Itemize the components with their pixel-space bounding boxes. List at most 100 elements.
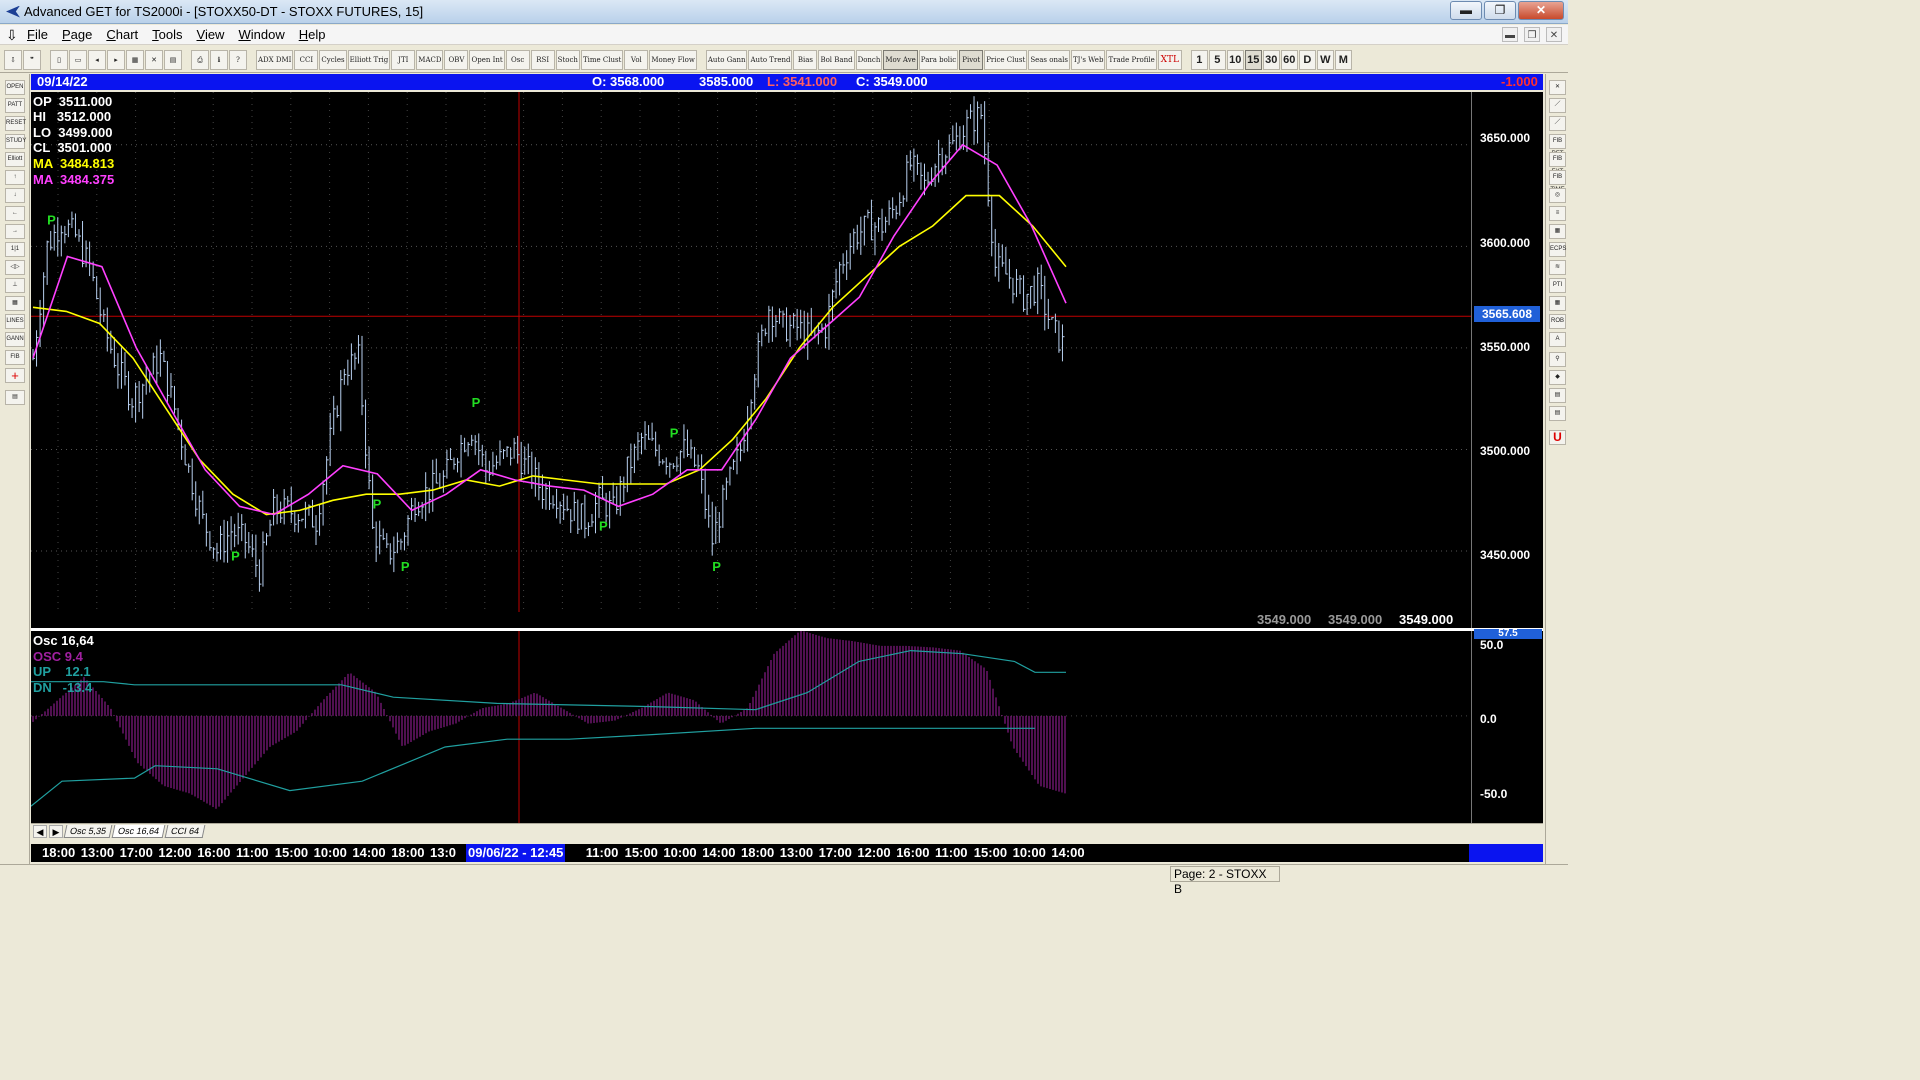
menu-view[interactable]: View: [190, 27, 232, 42]
copy-icon[interactable]: ▭: [69, 49, 87, 70]
menu-chart[interactable]: Chart: [99, 27, 145, 42]
fib-tool-icon[interactable]: FIB: [5, 350, 25, 365]
arrow-right-icon[interactable]: →: [5, 224, 25, 239]
interval-weekly[interactable]: W: [1316, 49, 1334, 70]
menu-page[interactable]: Page: [55, 27, 99, 42]
rob-tool-icon[interactable]: ROB: [1549, 314, 1566, 329]
study-bol-band[interactable]: Bol Band: [818, 49, 855, 70]
back-icon[interactable]: ◂: [88, 49, 106, 70]
fan-tool-icon[interactable]: ≡: [1549, 206, 1566, 221]
tab-cci-64[interactable]: CCI 64: [164, 825, 206, 838]
grid-icon[interactable]: ▦: [126, 49, 144, 70]
interval-30[interactable]: 30: [1262, 49, 1280, 70]
mdi-minimize-button[interactable]: ▬: [1502, 27, 1518, 42]
study-tjs-web[interactable]: TJ's Web: [1070, 49, 1106, 70]
study-money-flow[interactable]: Money Flow: [649, 49, 697, 70]
erase-tool-icon[interactable]: ✕: [1549, 80, 1566, 95]
tile-icon[interactable]: ▤: [164, 49, 182, 70]
forward-icon[interactable]: ▸: [107, 49, 125, 70]
study-seasonals[interactable]: Seas onals: [1028, 49, 1070, 70]
zoom-horizontal-icon[interactable]: ◁▷: [5, 260, 25, 275]
study-tool-icon[interactable]: STUDY: [5, 134, 26, 149]
quote-tool-icon[interactable]: ❞: [23, 49, 41, 70]
tab-scroll-right-icon[interactable]: ▶: [49, 825, 63, 838]
list-tool-icon[interactable]: ▤: [1549, 388, 1566, 403]
oscillator-pane[interactable]: Osc 16,64 OSC 9.4 UP 12.1 DN -13.4 57.5 …: [31, 629, 1543, 823]
interval-10[interactable]: 10: [1226, 49, 1244, 70]
study-open-int[interactable]: Open Int: [469, 49, 505, 70]
menu-help[interactable]: Help: [292, 27, 333, 42]
tab-scroll-left-icon[interactable]: ◀: [33, 825, 47, 838]
new-page-icon[interactable]: ▯: [50, 49, 68, 70]
delete-icon[interactable]: ✕: [145, 49, 163, 70]
arrow-up-icon[interactable]: ↑: [5, 170, 25, 185]
undo-tool-icon[interactable]: U: [1549, 430, 1566, 445]
properties-tool-icon[interactable]: ▤: [5, 390, 25, 405]
grid-toggle-icon[interactable]: ▦: [5, 296, 25, 311]
pointer-tool-icon[interactable]: ⇩: [4, 49, 22, 70]
study-time-clust[interactable]: Time Clust: [580, 49, 624, 70]
tab-osc-5-35[interactable]: Osc 5,35: [63, 825, 113, 838]
zoom-vertical-icon[interactable]: ⊥: [5, 278, 25, 293]
pti-tool-icon[interactable]: PTI: [1549, 278, 1566, 293]
zoom-tool-icon[interactable]: ⚲: [1549, 352, 1566, 367]
study-elliott-trig[interactable]: Elliott Trig: [347, 49, 391, 70]
menu-window[interactable]: Window: [231, 27, 291, 42]
table-tool-icon[interactable]: ▦: [1549, 296, 1566, 311]
arrow-down-icon[interactable]: ↓: [5, 188, 25, 203]
reset-tool-icon[interactable]: RESET: [5, 116, 26, 131]
study-adx-dmi[interactable]: ADX DMI: [256, 49, 294, 70]
pattern-tool-icon[interactable]: PATT: [5, 98, 25, 113]
study-mov-ave[interactable]: Mov Ave: [883, 49, 918, 70]
crosshair-tool-icon[interactable]: +: [5, 368, 25, 383]
box-tool-icon[interactable]: ▦: [1549, 224, 1566, 239]
study-stoch[interactable]: Stoch: [555, 49, 580, 70]
report-tool-icon[interactable]: ▤: [1549, 406, 1566, 421]
mdi-restore-button[interactable]: ❐: [1524, 27, 1540, 42]
hint-icon[interactable]: ℹ: [210, 49, 228, 70]
study-parabolic[interactable]: Para bolic: [918, 49, 959, 70]
study-donch[interactable]: Donch: [855, 49, 883, 70]
price-chart-svg[interactable]: P P P P P P P P: [31, 92, 1543, 628]
study-obv[interactable]: OBV: [444, 49, 469, 70]
gann-tool-icon[interactable]: GANN: [5, 332, 25, 347]
menu-tools[interactable]: Tools: [145, 27, 189, 42]
study-trade-profile[interactable]: Trade Profile: [1106, 49, 1157, 70]
ecps-tool-icon[interactable]: ECPS: [1549, 242, 1566, 257]
interval-60[interactable]: 60: [1280, 49, 1298, 70]
circle-tool-icon[interactable]: ◎: [1549, 188, 1566, 203]
fib-extension-icon[interactable]: FIB EXT: [1549, 152, 1566, 175]
marker-tool-icon[interactable]: ◆: [1549, 370, 1566, 385]
oscillator-svg[interactable]: [31, 631, 1543, 823]
interval-1[interactable]: 1: [1190, 49, 1208, 70]
bar-spacing-icon[interactable]: 1|1: [5, 242, 25, 257]
open-tool-icon[interactable]: OPEN: [5, 80, 25, 95]
close-button[interactable]: ✕: [1518, 1, 1564, 20]
mdi-close-button[interactable]: ✕: [1546, 27, 1562, 42]
study-price-clust[interactable]: Price Clust: [984, 49, 1028, 70]
channel-tool-icon[interactable]: ／: [1549, 116, 1566, 131]
interval-daily[interactable]: D: [1298, 49, 1316, 70]
arrow-left-icon[interactable]: ←: [5, 206, 25, 221]
study-osc[interactable]: Osc: [505, 49, 530, 70]
study-jti[interactable]: JTI: [391, 49, 416, 70]
interval-15[interactable]: 15: [1244, 49, 1262, 70]
study-pivot[interactable]: Pivot: [959, 49, 984, 70]
study-vol[interactable]: Vol: [624, 49, 649, 70]
interval-monthly[interactable]: M: [1334, 49, 1352, 70]
lines-tool-icon[interactable]: LINES: [5, 314, 25, 329]
elliott-tool-icon[interactable]: Elliott: [5, 152, 25, 167]
print-icon[interactable]: ⎙: [191, 49, 209, 70]
study-auto-gann[interactable]: Auto Gann: [705, 49, 748, 70]
trendline-tool-icon[interactable]: ／: [1549, 98, 1566, 113]
study-bias[interactable]: Bias: [793, 49, 818, 70]
study-xtl[interactable]: XTL: [1157, 49, 1182, 70]
study-macd[interactable]: MACD: [416, 49, 444, 70]
study-rsi[interactable]: RSI: [530, 49, 555, 70]
maximize-button[interactable]: ❐: [1484, 1, 1516, 20]
price-chart-pane[interactable]: P P P P P P P P OP 3511.000 HI 3512.000 LO 3499…: [31, 92, 1543, 628]
study-cycles[interactable]: Cycles: [319, 49, 347, 70]
study-cci[interactable]: CCI: [294, 49, 319, 70]
wave-tool-icon[interactable]: ≋: [1549, 260, 1566, 275]
fib-retracement-icon[interactable]: FIB RET: [1549, 134, 1566, 157]
